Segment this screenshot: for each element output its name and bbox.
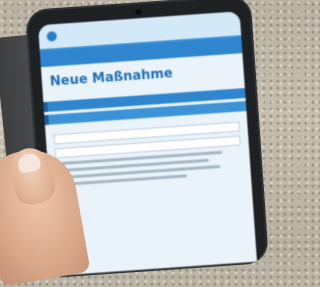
form-content [45,111,252,199]
photo-scene: Neue Maßnahme [0,0,292,287]
front-camera [135,9,142,16]
page-title: Neue Maßnahme [49,66,174,90]
app-logo-icon [46,31,58,42]
